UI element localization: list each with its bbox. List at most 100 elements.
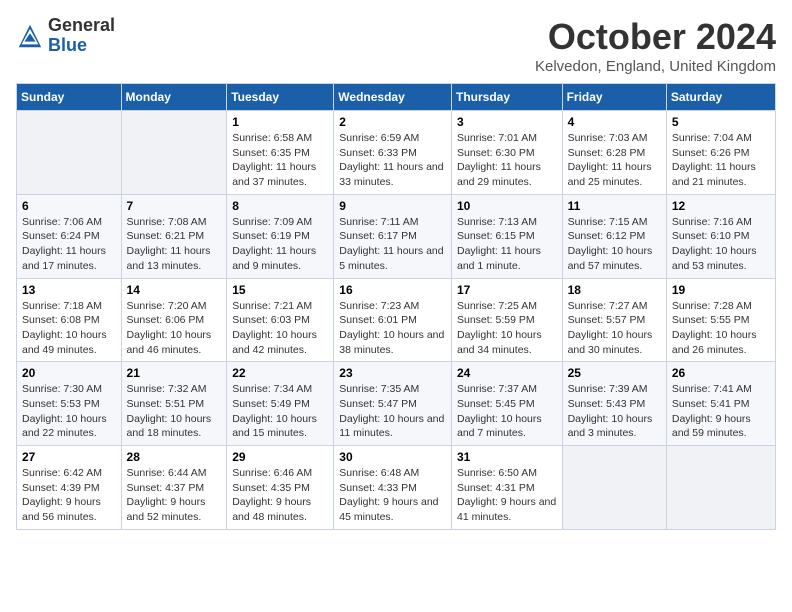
day-info: Sunrise: 7:32 AMSunset: 5:51 PMDaylight:… [127, 383, 212, 439]
day-number: 27 [22, 450, 116, 464]
day-info: Sunrise: 6:48 AMSunset: 4:33 PMDaylight:… [339, 467, 438, 523]
calendar-cell: 26 Sunrise: 7:41 AMSunset: 5:41 PMDayligh… [666, 362, 775, 446]
day-info: Sunrise: 7:28 AMSunset: 5:55 PMDaylight:… [672, 300, 757, 356]
day-number: 25 [568, 366, 661, 380]
day-info: Sunrise: 7:39 AMSunset: 5:43 PMDaylight:… [568, 383, 653, 439]
calendar-cell: 16Sunrise: 7:23 AMSunset: 6:01 PMDayligh… [334, 278, 452, 362]
calendar-week-3: 13Sunrise: 7:18 AMSunset: 6:08 PMDayligh… [17, 278, 776, 362]
day-info: Sunrise: 7:35 AMSunset: 5:47 PMDaylight:… [339, 383, 444, 439]
day-info: Sunrise: 7:34 AMSunset: 5:49 PMDaylight:… [232, 383, 317, 439]
day-number: 4 [568, 115, 661, 129]
day-number: 2 [339, 115, 446, 129]
header-day-wednesday: Wednesday [334, 84, 452, 111]
day-info: Sunrise: 6:46 AMSunset: 4:35 PMDaylight:… [232, 467, 312, 523]
calendar-cell: 10 Sunrise: 7:13 AMSunset: 6:15 PMDayligh… [451, 194, 562, 278]
calendar-cell: 15 Sunrise: 7:21 AMSunset: 6:03 PMDayligh… [227, 278, 334, 362]
calendar-cell: 22Sunrise: 7:34 AMSunset: 5:49 PMDayligh… [227, 362, 334, 446]
calendar-cell: 6 Sunrise: 7:06 AMSunset: 6:24 PMDaylight… [17, 194, 122, 278]
day-number: 1 [232, 115, 328, 129]
day-info: Sunrise: 7:01 AMSunset: 6:30 PMDaylight:… [457, 132, 541, 188]
day-info: Sunrise: 6:44 AMSunset: 4:37 PMDaylight:… [127, 467, 207, 523]
calendar-cell: 13Sunrise: 7:18 AMSunset: 6:08 PMDayligh… [17, 278, 122, 362]
day-number: 13 [22, 283, 116, 297]
header-day-tuesday: Tuesday [227, 84, 334, 111]
calendar-cell: 9 Sunrise: 7:11 AMSunset: 6:17 PMDaylight… [334, 194, 452, 278]
calendar-week-5: 27 Sunrise: 6:42 AMSunset: 4:39 PMDayligh… [17, 446, 776, 530]
day-number: 19 [672, 283, 770, 297]
day-info: Sunrise: 7:25 AMSunset: 5:59 PMDaylight:… [457, 300, 542, 356]
day-number: 30 [339, 450, 446, 464]
calendar-cell: 29 Sunrise: 6:46 AMSunset: 4:35 PMDayligh… [227, 446, 334, 530]
calendar-week-4: 20Sunrise: 7:30 AMSunset: 5:53 PMDayligh… [17, 362, 776, 446]
day-number: 26 [672, 366, 770, 380]
day-info: Sunrise: 6:42 AMSunset: 4:39 PMDaylight:… [22, 467, 102, 523]
day-number: 24 [457, 366, 557, 380]
day-number: 11 [568, 199, 661, 213]
day-info: Sunrise: 6:50 AMSunset: 4:31 PMDaylight:… [457, 467, 556, 523]
header-day-monday: Monday [121, 84, 227, 111]
day-info: Sunrise: 7:09 AMSunset: 6:19 PMDaylight:… [232, 216, 316, 272]
calendar-cell: 28Sunrise: 6:44 AMSunset: 4:37 PMDayligh… [121, 446, 227, 530]
calendar-cell: 11 Sunrise: 7:15 AMSunset: 6:12 PMDayligh… [562, 194, 666, 278]
day-number: 8 [232, 199, 328, 213]
calendar-cell: 7Sunrise: 7:08 AMSunset: 6:21 PMDaylight… [121, 194, 227, 278]
calendar-cell: 2 Sunrise: 6:59 AMSunset: 6:33 PMDaylight… [334, 111, 452, 195]
logo-general-text: General [48, 15, 115, 35]
day-number: 9 [339, 199, 446, 213]
day-number: 3 [457, 115, 557, 129]
month-title: October 2024 [535, 16, 776, 58]
day-number: 15 [232, 283, 328, 297]
day-number: 29 [232, 450, 328, 464]
day-info: Sunrise: 7:20 AMSunset: 6:06 PMDaylight:… [127, 300, 212, 356]
day-number: 10 [457, 199, 557, 213]
day-info: Sunrise: 7:11 AMSunset: 6:17 PMDaylight:… [339, 216, 443, 272]
calendar-cell: 8 Sunrise: 7:09 AMSunset: 6:19 PMDaylight… [227, 194, 334, 278]
header-day-sunday: Sunday [17, 84, 122, 111]
calendar-cell: 19 Sunrise: 7:28 AMSunset: 5:55 PMDayligh… [666, 278, 775, 362]
calendar-cell: 23 Sunrise: 7:35 AMSunset: 5:47 PMDayligh… [334, 362, 452, 446]
day-info: Sunrise: 7:21 AMSunset: 6:03 PMDaylight:… [232, 300, 317, 356]
day-number: 21 [127, 366, 222, 380]
logo-icon [16, 22, 44, 50]
title-block: October 2024 Kelvedon, England, United K… [535, 16, 776, 75]
day-info: Sunrise: 7:41 AMSunset: 5:41 PMDaylight:… [672, 383, 752, 439]
day-number: 7 [127, 199, 222, 213]
calendar-cell: 25 Sunrise: 7:39 AMSunset: 5:43 PMDayligh… [562, 362, 666, 446]
calendar-cell: 5Sunrise: 7:04 AMSunset: 6:26 PMDaylight… [666, 111, 775, 195]
day-number: 6 [22, 199, 116, 213]
day-number: 23 [339, 366, 446, 380]
calendar-cell: 4 Sunrise: 7:03 AMSunset: 6:28 PMDaylight… [562, 111, 666, 195]
header-day-saturday: Saturday [666, 84, 775, 111]
day-info: Sunrise: 7:13 AMSunset: 6:15 PMDaylight:… [457, 216, 541, 272]
calendar-cell [666, 446, 775, 530]
calendar-cell: 14 Sunrise: 7:20 AMSunset: 6:06 PMDayligh… [121, 278, 227, 362]
calendar-cell: 30 Sunrise: 6:48 AMSunset: 4:33 PMDayligh… [334, 446, 452, 530]
header-day-friday: Friday [562, 84, 666, 111]
calendar-body: 1Sunrise: 6:58 AMSunset: 6:35 PMDaylight… [17, 111, 776, 530]
day-number: 31 [457, 450, 557, 464]
calendar-cell: 24Sunrise: 7:37 AMSunset: 5:45 PMDayligh… [451, 362, 562, 446]
day-info: Sunrise: 7:16 AMSunset: 6:10 PMDaylight:… [672, 216, 757, 272]
calendar-cell [121, 111, 227, 195]
calendar-cell: 20Sunrise: 7:30 AMSunset: 5:53 PMDayligh… [17, 362, 122, 446]
calendar-week-1: 1Sunrise: 6:58 AMSunset: 6:35 PMDaylight… [17, 111, 776, 195]
day-info: Sunrise: 7:23 AMSunset: 6:01 PMDaylight:… [339, 300, 444, 356]
day-info: Sunrise: 7:04 AMSunset: 6:26 PMDaylight:… [672, 132, 756, 188]
logo: General Blue [16, 16, 115, 56]
location-subtitle: Kelvedon, England, United Kingdom [535, 58, 776, 75]
day-number: 14 [127, 283, 222, 297]
calendar-cell: 1Sunrise: 6:58 AMSunset: 6:35 PMDaylight… [227, 111, 334, 195]
calendar-cell: 3 Sunrise: 7:01 AMSunset: 6:30 PMDaylight… [451, 111, 562, 195]
day-info: Sunrise: 7:30 AMSunset: 5:53 PMDaylight:… [22, 383, 107, 439]
logo-blue-text: Blue [48, 35, 87, 55]
day-number: 18 [568, 283, 661, 297]
calendar-cell: 12 Sunrise: 7:16 AMSunset: 6:10 PMDayligh… [666, 194, 775, 278]
day-info: Sunrise: 7:03 AMSunset: 6:28 PMDaylight:… [568, 132, 652, 188]
day-info: Sunrise: 6:59 AMSunset: 6:33 PMDaylight:… [339, 132, 443, 188]
day-number: 12 [672, 199, 770, 213]
calendar-cell: 21 Sunrise: 7:32 AMSunset: 5:51 PMDayligh… [121, 362, 227, 446]
day-info: Sunrise: 7:06 AMSunset: 6:24 PMDaylight:… [22, 216, 106, 272]
day-info: Sunrise: 7:15 AMSunset: 6:12 PMDaylight:… [568, 216, 653, 272]
header-day-thursday: Thursday [451, 84, 562, 111]
calendar-cell: 27 Sunrise: 6:42 AMSunset: 4:39 PMDayligh… [17, 446, 122, 530]
